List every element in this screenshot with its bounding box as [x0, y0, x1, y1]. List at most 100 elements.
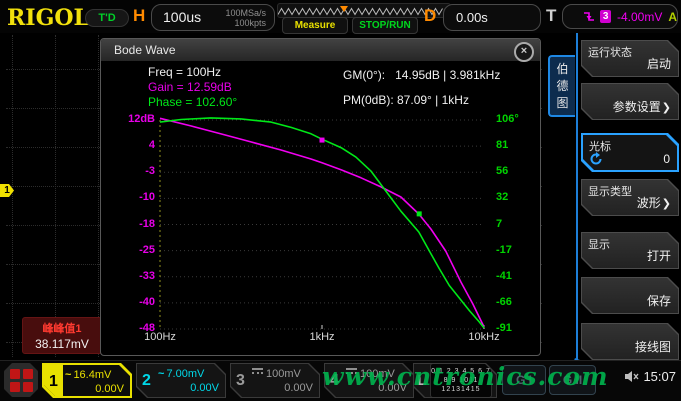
- channel-status-bar: 1 ~16.4mV 0.00V 2 ~7.00mV 0.00V 3 100mV …: [0, 360, 681, 401]
- menu-sidebar: 伯 德 图 运行状态 启动 参数设置❯ 光标 0 显示类型 波形❯ 显示 打开 …: [545, 33, 681, 367]
- channel2-status[interactable]: 2 ~7.00mV 0.00V: [136, 363, 226, 398]
- rigol-logo: RIGOL: [7, 5, 89, 31]
- gain-readout: Gain = 12.59dB: [148, 80, 232, 94]
- generator2-button[interactable]: G II: [549, 365, 596, 395]
- dc-coupling-icon: [346, 368, 357, 377]
- gain-tick-label: -10: [101, 191, 155, 203]
- chevron-right-icon: ❯: [662, 198, 671, 210]
- channel-waveform-trace: [8, 153, 100, 243]
- delay-value[interactable]: 0.00s: [456, 10, 488, 25]
- tab-char: 伯: [550, 61, 575, 78]
- clock: 15:07: [643, 369, 676, 384]
- phase-tick-label: 7: [496, 218, 540, 230]
- gain-tick-label: -33: [101, 270, 155, 282]
- marker-pm-point: [320, 138, 325, 143]
- phase-tick-label: -41: [496, 270, 540, 282]
- gain-tick-label: -40: [101, 296, 155, 308]
- sidebar-item-wiring-diagram[interactable]: 接线图: [581, 323, 679, 360]
- sidebar-item-display[interactable]: 显示 打开: [581, 232, 679, 269]
- oscilloscope-screen: RIGOL T'D H 100us 100MSa/s 100kpts Measu…: [0, 0, 681, 401]
- marker-gm-point: [417, 211, 422, 216]
- trigger-status-badge: T'D: [85, 9, 129, 27]
- channel4-number: 4: [325, 364, 344, 397]
- channel3-status[interactable]: 3 100mV 0.00V: [230, 363, 320, 398]
- logic-channels-status[interactable]: L 0 1 2 3 4 5 6 7 8 9 1011 12131415: [413, 363, 497, 398]
- timebase-pill[interactable]: 100us 100MSa/s 100kpts: [151, 4, 275, 31]
- clock-area: 15:07: [624, 369, 676, 384]
- phase-tick-label: 56: [496, 165, 540, 177]
- gain-tick-label: -3: [101, 165, 155, 177]
- measurement-result-box: 峰峰值1 38.117mV: [22, 317, 102, 354]
- sidebar-item-cursor[interactable]: 光标 0: [581, 133, 679, 172]
- sidebar-item-parameter-settings[interactable]: 参数设置❯: [581, 83, 679, 120]
- timebase-value[interactable]: 100us: [163, 9, 201, 25]
- channel3-scale: 100mV: [266, 368, 301, 380]
- channel4-offset: 0.00V: [346, 381, 407, 395]
- channel1-scale: 16.4mV: [73, 369, 111, 381]
- trigger-label: T: [546, 6, 556, 26]
- phase-axis-labels: 106°8156327-17-41-66-91: [496, 120, 540, 329]
- top-status-bar: RIGOL T'D H 100us 100MSa/s 100kpts Measu…: [0, 0, 681, 33]
- speaker-muted-icon: [624, 370, 639, 383]
- ac-coupling-icon: ~: [65, 369, 71, 381]
- dialog-title: Bode Wave: [114, 43, 176, 57]
- peak-to-peak-value: 38.117mV: [23, 337, 101, 351]
- trigger-coupling: A: [668, 10, 677, 24]
- rotate-knob-icon: [589, 152, 603, 166]
- channel2-scale: 7.00mV: [166, 368, 204, 380]
- sidebar-item-save[interactable]: 保存: [581, 277, 679, 314]
- sidebar-item-display-type[interactable]: 显示类型 波形❯: [581, 179, 679, 216]
- falling-edge-trigger-icon: [583, 10, 594, 23]
- freq-tick-label: 1kHz: [292, 331, 352, 343]
- stop-run-button[interactable]: STOP/RUN: [352, 17, 418, 34]
- bode-wave-dialog: Bode Wave × Freq = 100Hz Gain = 12.59dB …: [100, 38, 541, 356]
- logic-digits-row2: 8 9 1011 12131415: [431, 376, 491, 394]
- channel1-status[interactable]: 1 ~16.4mV 0.00V: [42, 363, 132, 398]
- logic-digits-row1: 0 1 2 3 4 5 6 7: [431, 367, 491, 376]
- logic-label: L: [414, 372, 430, 389]
- delay-pill[interactable]: 0.00s: [443, 4, 541, 31]
- ac-coupling-icon: ~: [158, 368, 164, 380]
- sidebar-item-run-state[interactable]: 运行状态 启动: [581, 40, 679, 77]
- trigger-position-marker: [340, 6, 348, 12]
- phase-tick-label: 32: [496, 191, 540, 203]
- sidebar-frame-line: [576, 33, 578, 361]
- phase-margin-readout: PM(0dB): 87.09° | 1kHz: [343, 93, 469, 107]
- trigger-source-badge: 3: [600, 10, 611, 23]
- freq-readout: Freq = 100Hz: [148, 65, 221, 79]
- trigger-level-value[interactable]: -4.00mV: [617, 10, 662, 24]
- gain-axis-labels: 12dB4-3-10-18-25-33-40-48: [101, 120, 155, 329]
- close-icon[interactable]: ×: [514, 42, 534, 62]
- channel1-number: 1: [44, 365, 63, 396]
- generator1-button[interactable]: G I: [502, 365, 546, 395]
- bode-menu-tab[interactable]: 伯 德 图: [548, 55, 575, 117]
- trigger-pill[interactable]: 3 -4.00mV A: [562, 4, 678, 29]
- gain-margin-readout: GM(0°): 14.95dB | 3.981kHz: [343, 68, 500, 82]
- horizontal-label: H: [133, 6, 145, 26]
- gain-tick-label: -18: [101, 218, 155, 230]
- memory-depth: 100kpts: [234, 18, 266, 28]
- phase-readout: Phase = 102.60°: [148, 95, 237, 109]
- channel2-offset: 0.00V: [158, 381, 219, 395]
- dc-coupling-icon: [252, 368, 263, 377]
- phase-tick-label: -17: [496, 244, 540, 256]
- gain-tick-label: 4: [101, 139, 155, 151]
- delay-label: D: [424, 6, 436, 26]
- chevron-right-icon: ❯: [662, 102, 671, 114]
- phase-tick-label: 106°: [496, 113, 540, 125]
- channel1-offset: 0.00V: [65, 382, 124, 396]
- gain-tick-label: 12dB: [101, 113, 155, 125]
- menu-grid-button[interactable]: [4, 363, 38, 397]
- channel4-status[interactable]: 4 100mV 0.00V: [324, 363, 414, 398]
- zigzag-waveform-icon: [278, 5, 448, 17]
- channel3-number: 3: [231, 364, 250, 397]
- dialog-header[interactable]: Bode Wave ×: [101, 39, 540, 61]
- channel2-number: 2: [137, 364, 156, 397]
- freq-tick-label: 10kHz: [454, 331, 514, 343]
- channel3-offset: 0.00V: [252, 381, 313, 395]
- gain-tick-label: -25: [101, 244, 155, 256]
- gain-curve: [160, 118, 484, 327]
- measure-button[interactable]: Measure: [282, 17, 348, 34]
- peak-to-peak-label: 峰峰值1: [23, 320, 101, 336]
- bode-plot: [160, 120, 484, 329]
